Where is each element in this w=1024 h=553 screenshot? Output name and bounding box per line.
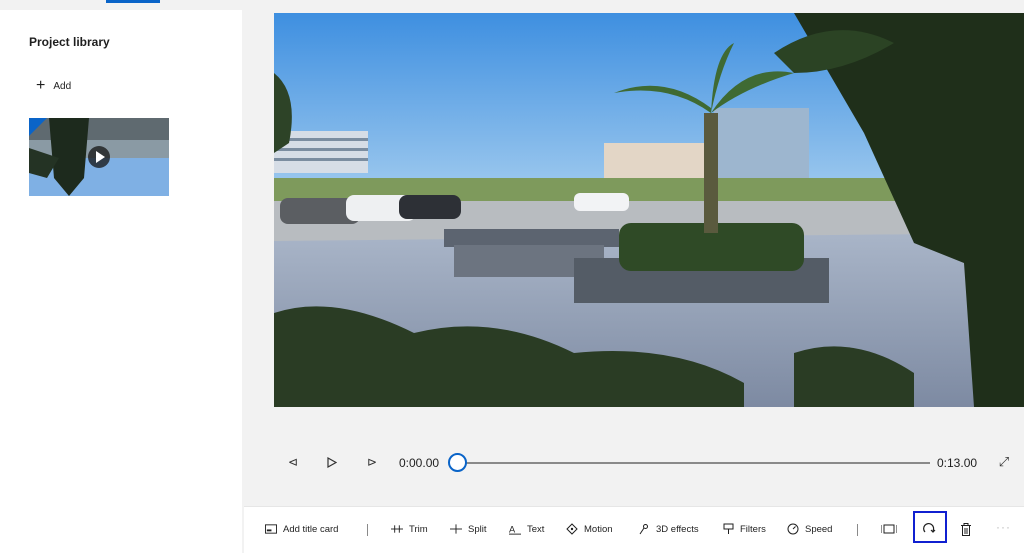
svg-text:A: A: [509, 524, 516, 534]
project-library-panel: Project library + Add: [0, 10, 242, 553]
rotate-button-highlight: [913, 511, 947, 543]
step-back-icon: ⊲: [287, 455, 299, 469]
filters-button[interactable]: Filters: [722, 523, 766, 535]
speed-button[interactable]: Speed: [787, 523, 832, 535]
filters-icon: [722, 523, 734, 535]
fullscreen-button[interactable]: ⤢: [996, 454, 1012, 470]
split-label: Split: [468, 523, 487, 535]
step-back-button[interactable]: ⊲: [283, 452, 303, 472]
thumbnail-image: [29, 118, 169, 196]
play-button[interactable]: [322, 452, 342, 472]
more-icon[interactable]: ···: [996, 520, 1011, 534]
add-media-button[interactable]: + Add: [36, 77, 72, 94]
plus-icon: +: [36, 77, 46, 94]
delete-button[interactable]: [957, 520, 975, 538]
speed-icon: [787, 523, 799, 535]
trim-label: Trim: [409, 523, 428, 535]
text-label: Text: [527, 523, 545, 535]
filters-label: Filters: [740, 523, 766, 535]
motion-label: Motion: [584, 523, 613, 535]
video-frame-image: [274, 13, 1024, 407]
project-library-title: Project library: [29, 35, 110, 49]
trim-button[interactable]: Trim: [391, 523, 428, 535]
video-editor-window: Project library + Add ⊲ ⊳ 0:00.00 0:13.0…: [0, 0, 1024, 553]
step-forward-button[interactable]: ⊳: [362, 452, 382, 472]
motion-icon: [566, 523, 578, 535]
seek-bar-handle[interactable]: [448, 453, 467, 472]
add-media-label: Add: [53, 80, 72, 92]
total-time: 0:13.00: [937, 456, 978, 470]
expand-icon: ⤢: [998, 454, 1010, 469]
toolbar-divider: [857, 524, 858, 536]
3d-effects-button[interactable]: 3D effects: [638, 523, 699, 535]
trim-icon: [391, 523, 403, 535]
trash-icon: [961, 522, 971, 536]
active-tab-indicator: [106, 0, 160, 3]
3d-effects-label: 3D effects: [656, 523, 699, 535]
speed-label: Speed: [805, 523, 833, 535]
split-icon: [450, 523, 462, 535]
video-preview[interactable]: [274, 13, 1024, 407]
motion-button[interactable]: Motion: [566, 523, 613, 535]
title-card-icon: [265, 523, 277, 535]
split-button[interactable]: Split: [450, 523, 486, 535]
resize-button[interactable]: [880, 520, 898, 538]
text-icon: A: [509, 523, 521, 535]
play-icon: [327, 456, 337, 468]
add-title-card-button[interactable]: Add title card: [265, 523, 338, 535]
storyboard-toolbar: Add title card Trim Split A Text Motion …: [244, 506, 1024, 553]
seek-bar-track[interactable]: [458, 462, 930, 464]
current-time: 0:00.00: [399, 456, 440, 470]
text-button[interactable]: A Text: [509, 523, 544, 535]
media-thumbnail[interactable]: [29, 118, 169, 196]
toolbar-divider: [367, 524, 368, 536]
add-title-card-label: Add title card: [283, 523, 339, 535]
resize-icon: [881, 524, 897, 534]
step-forward-icon: ⊳: [366, 455, 378, 469]
3d-effects-icon: [638, 523, 650, 535]
